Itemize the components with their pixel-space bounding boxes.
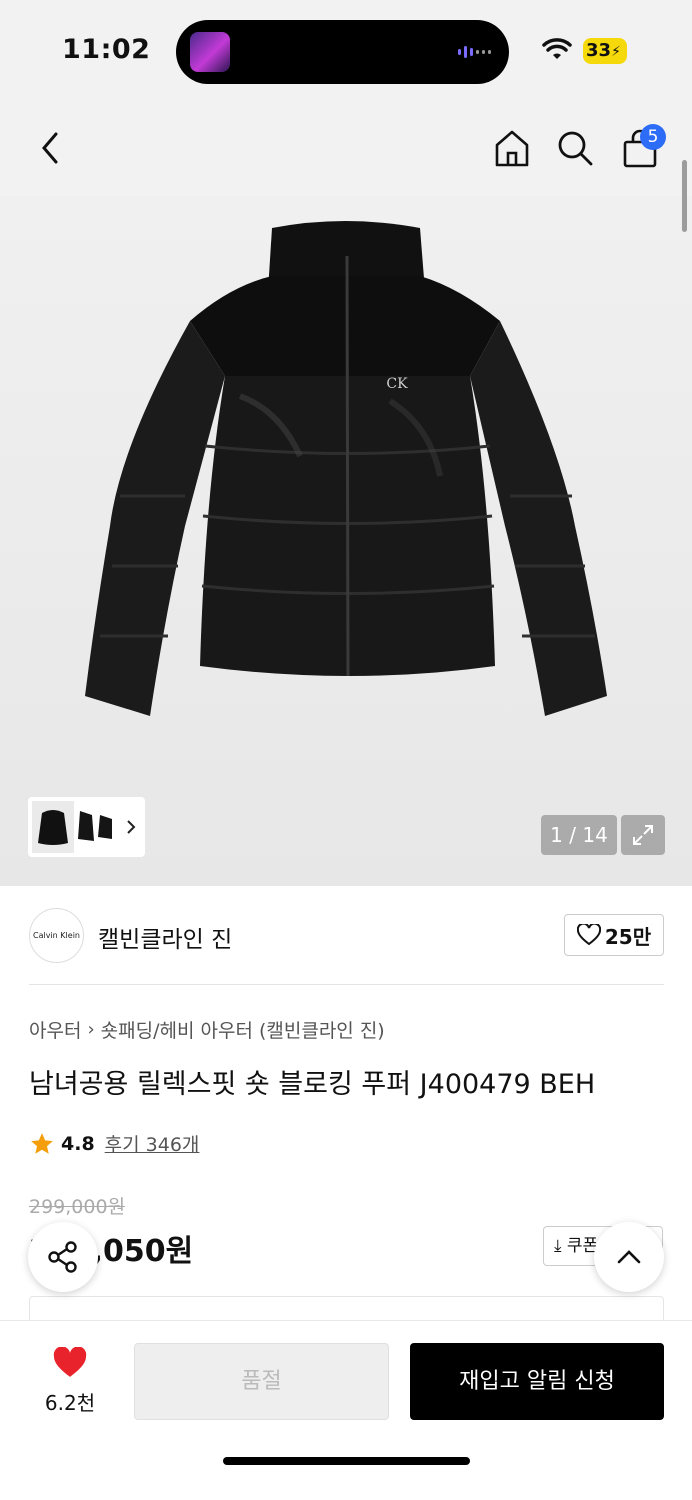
- search-button[interactable]: [553, 126, 597, 170]
- reviews-link[interactable]: 후기 346개: [105, 1130, 200, 1157]
- status-time: 11:02: [62, 34, 151, 65]
- battery-level: 33: [586, 40, 612, 61]
- breadcrumb: 아우터 › 숏패딩/헤비 아우터 (캘빈클라인 진): [29, 1016, 385, 1043]
- dynamic-island: [176, 20, 509, 84]
- chevron-up-icon: [617, 1250, 641, 1264]
- home-indicator[interactable]: [223, 1457, 470, 1465]
- battery-indicator: 33⚡: [583, 38, 627, 64]
- product-image[interactable]: CK: [0, 196, 692, 886]
- breadcrumb-item-padding[interactable]: 숏패딩/헤비 아우터 (캘빈클라인 진): [101, 1016, 385, 1043]
- expand-button[interactable]: [621, 815, 665, 855]
- svg-text:CK: CK: [386, 376, 408, 392]
- heart-filled-icon: [53, 1346, 87, 1377]
- divider: [29, 984, 664, 985]
- share-icon: [48, 1241, 77, 1273]
- now-playing-artwork: [190, 32, 230, 72]
- scroll-to-top-button[interactable]: [594, 1222, 664, 1292]
- wishlist-button[interactable]: 6.2천: [30, 1346, 110, 1416]
- brand-like-count: 25만: [604, 924, 652, 949]
- search-icon: [558, 131, 593, 166]
- restock-alert-button[interactable]: 재입고 알림 신청: [410, 1343, 664, 1420]
- cart-count-badge: 5: [640, 124, 666, 150]
- brand-row[interactable]: Calvin Klein 캘빈클라인 진 25만: [0, 886, 692, 984]
- thumbnail-image[interactable]: [32, 801, 122, 853]
- original-price: 299,000원: [29, 1196, 126, 1218]
- scroll-indicator[interactable]: [682, 160, 687, 232]
- download-icon: ⤓: [554, 1236, 562, 1256]
- soldout-button: 품절: [134, 1343, 389, 1420]
- heart-outline-icon: [576, 924, 601, 946]
- audio-wave-icon: [458, 44, 491, 60]
- chevron-right-icon: ›: [87, 1019, 95, 1040]
- chevron-left-icon: [42, 132, 58, 164]
- wishlist-count: 6.2천: [44, 1391, 96, 1415]
- bottom-action-bar: 6.2천 품절 재입고 알림 신청: [0, 1320, 692, 1500]
- image-counter: 1 / 14: [541, 815, 617, 855]
- cart-button[interactable]: 5: [618, 124, 666, 170]
- brand-logo[interactable]: Calvin Klein: [29, 908, 84, 963]
- home-icon: [495, 130, 529, 167]
- rating-score: 4.8: [61, 1132, 95, 1155]
- expand-icon: [633, 825, 653, 845]
- top-nav: 5: [0, 100, 692, 196]
- star-icon: [31, 1132, 53, 1154]
- share-button[interactable]: [28, 1222, 98, 1292]
- chevron-right-icon: [127, 820, 136, 834]
- brand-like-button[interactable]: 25만: [564, 914, 664, 956]
- product-gallery[interactable]: CK 1 / 14: [0, 196, 692, 886]
- rating-row: 4.8 후기 346개: [29, 1130, 199, 1157]
- breadcrumb-item-outer[interactable]: 아우터: [29, 1016, 81, 1043]
- brand-name[interactable]: 캘빈클라인 진: [98, 920, 232, 954]
- status-bar: 11:02 33⚡: [0, 0, 692, 100]
- back-button[interactable]: [28, 126, 72, 170]
- thumbnail-strip[interactable]: [28, 797, 145, 857]
- home-button[interactable]: [490, 126, 534, 170]
- wifi-icon: [542, 38, 572, 59]
- product-title: 남녀공용 릴렉스핏 숏 블로킹 푸퍼 J400479 BEH: [29, 1069, 596, 1100]
